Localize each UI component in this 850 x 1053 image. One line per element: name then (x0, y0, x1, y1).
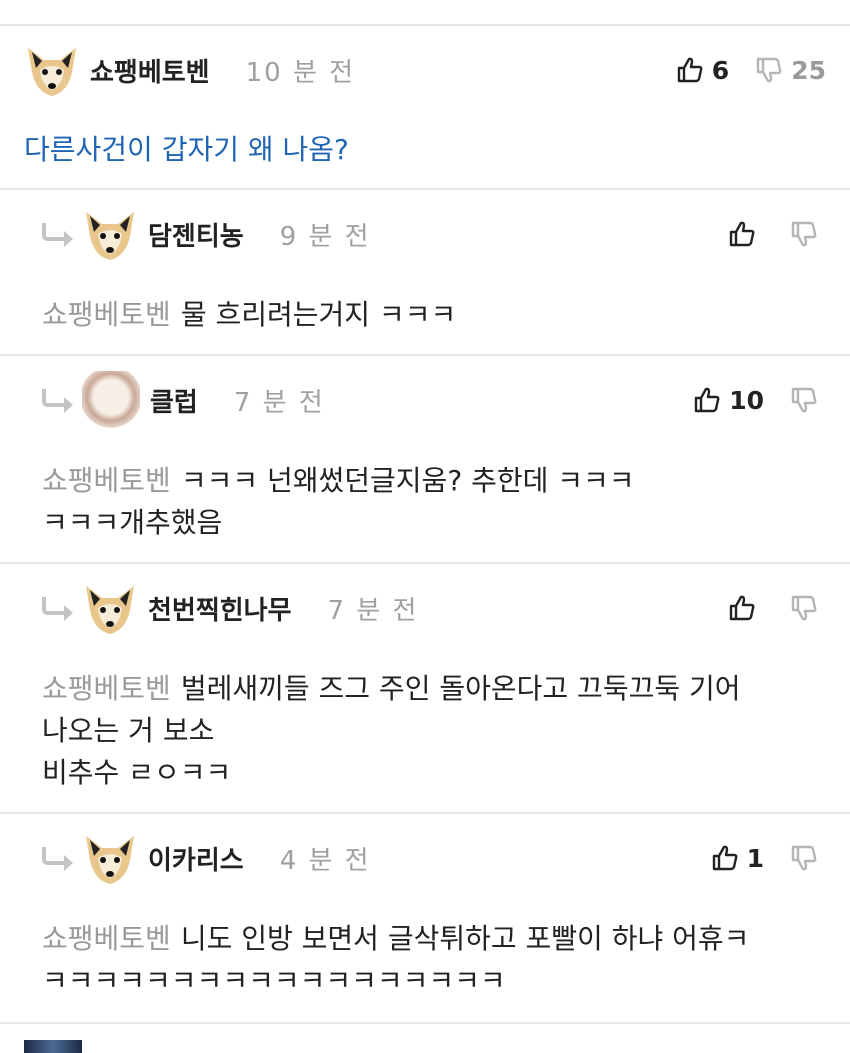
comment-time: 10 분 전 (245, 57, 356, 88)
reply-arrow-icon (40, 593, 78, 623)
fox-avatar-icon[interactable] (24, 42, 80, 98)
upvote-count: 6 (711, 55, 730, 85)
comment-line: 물 흐리려는거지 ㅋㅋㅋ (180, 298, 457, 331)
author-nickname[interactable]: 클럽 (150, 382, 198, 419)
downvote-button[interactable] (790, 386, 826, 414)
thumbs-down-icon (755, 56, 783, 84)
mention-tag[interactable]: 쇼팽베토벤 (42, 672, 171, 705)
upvote-count: 1 (746, 843, 764, 873)
comment-line: ㅋㅋㅋ 넌왜썼던글지움? 추한데 ㅋㅋㅋ (180, 464, 635, 497)
reply-arrow-icon (40, 843, 78, 873)
thumbs-up-icon (728, 594, 756, 622)
mention-tag[interactable]: 쇼팽베토벤 (42, 298, 171, 331)
downvote-count: 25 (791, 55, 826, 85)
thumbs-down-icon (790, 844, 818, 872)
author-nickname[interactable]: 쇼팽베토벤 (90, 52, 210, 89)
thumbs-down-icon (790, 386, 818, 414)
mention-tag[interactable]: 쇼팽베토벤 (42, 922, 171, 955)
upvote-button[interactable]: 10 (693, 386, 764, 415)
thumbs-up-icon (728, 220, 756, 248)
comment-time: 4 분 전 (279, 845, 371, 876)
next-comment-avatar[interactable] (24, 1040, 82, 1053)
comment-time: 7 분 전 (327, 595, 419, 626)
reply-arrow-icon (40, 385, 78, 415)
comment-text: 쇼팽베토벤 벌레새끼들 즈그 주인 돌아온다고 끄둑끄둑 기어 나오는 거 보소 … (42, 668, 741, 794)
thumbs-up-icon (676, 56, 704, 84)
comment-line: 벌레새끼들 즈그 주인 돌아온다고 끄둑끄둑 기어 (180, 672, 741, 705)
upvote-button[interactable]: 6 (676, 56, 729, 85)
author-nickname[interactable]: 천번찍힌나무 (148, 590, 292, 627)
comment-line: 나오는 거 보소 (42, 714, 215, 747)
reply-arrow-icon (40, 219, 78, 249)
comment-text: 쇼팽베토벤 니도 인방 보면서 글삭튀하고 포빨이 하냐 어휴ㅋ ㅋㅋㅋㅋㅋㅋㅋㅋ… (42, 918, 749, 1002)
top-divider (0, 0, 850, 26)
reply-item: 클럽 7 분 전 10 쇼팽베토벤 ㅋㅋㅋ 넌왜썼던글지움? 추한데 ㅋㅋㅋ ㅋㅋ… (0, 356, 850, 564)
fox-avatar-icon[interactable] (82, 830, 138, 886)
comment-time: 9 분 전 (279, 221, 371, 252)
comment-line: ㅋㅋㅋㅋㅋㅋㅋㅋㅋㅋㅋㅋㅋㅋㅋㅋㅋㅋ (42, 964, 506, 997)
downvote-button[interactable] (790, 594, 826, 622)
comment-item: 쇼팽베토벤 10 분 전 6 25 다른사건이 갑자기 왜 나옴? (0, 26, 850, 190)
author-nickname[interactable]: 담젠티농 (148, 216, 244, 253)
upvote-count: 10 (729, 385, 764, 415)
mention-tag[interactable]: 쇼팽베토벤 (42, 464, 171, 497)
downvote-button[interactable] (790, 220, 826, 248)
downvote-button[interactable]: 25 (755, 56, 826, 85)
reply-item: 담젠티농 9 분 전 쇼팽베토벤 물 흐리려는거지 ㅋㅋㅋ (0, 190, 850, 356)
comment-text: 다른사건이 갑자기 왜 나옴? (24, 133, 349, 166)
comment-line: 비추수 ㄹㅇㅋㅋ (42, 756, 232, 789)
reply-item: 천번찍힌나무 7 분 전 쇼팽베토벤 벌레새끼들 즈그 주인 돌아온다고 끄둑끄둑… (0, 564, 850, 814)
thumbs-down-icon (790, 220, 818, 248)
comment-text: 쇼팽베토벤 물 흐리려는거지 ㅋㅋㅋ (42, 294, 456, 336)
dog-avatar-icon[interactable] (82, 371, 140, 429)
author-nickname[interactable]: 이카리스 (148, 840, 244, 877)
reply-item: 이카리스 4 분 전 1 쇼팽베토벤 니도 인방 보면서 글삭튀하고 포빨이 하냐… (0, 814, 850, 1024)
downvote-button[interactable] (790, 844, 826, 872)
thumbs-up-icon (693, 386, 721, 414)
upvote-button[interactable]: 1 (711, 844, 764, 873)
upvote-button[interactable] (728, 594, 764, 622)
comment-line: ㅋㅋㅋ개추했음 (42, 506, 223, 539)
comment-text: 쇼팽베토벤 ㅋㅋㅋ 넌왜썼던글지움? 추한데 ㅋㅋㅋ ㅋㅋㅋ개추했음 (42, 460, 635, 544)
upvote-button[interactable] (728, 220, 764, 248)
thumbs-up-icon (711, 844, 739, 872)
fox-avatar-icon[interactable] (82, 580, 138, 636)
thumbs-down-icon (790, 594, 818, 622)
comment-line: 니도 인방 보면서 글삭튀하고 포빨이 하냐 어휴ㅋ (180, 922, 750, 955)
comment-time: 7 분 전 (233, 387, 325, 418)
fox-avatar-icon[interactable] (82, 206, 138, 262)
